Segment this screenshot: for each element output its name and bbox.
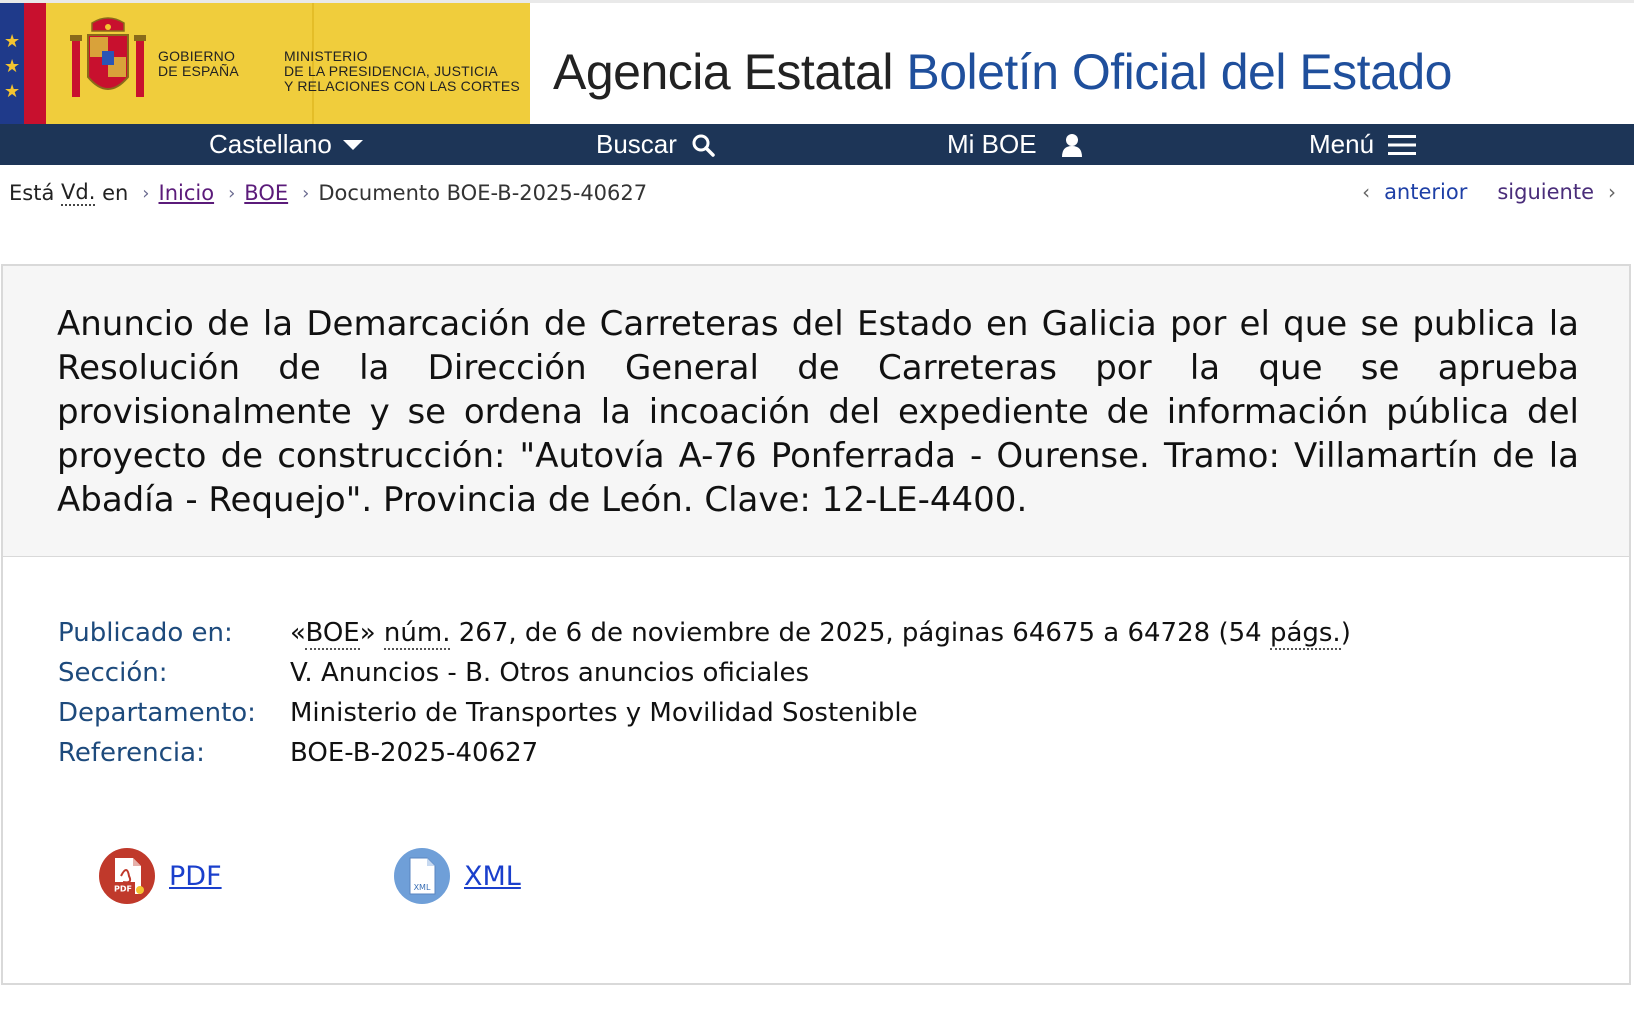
agency-title-part1: Agencia Estatal	[553, 44, 893, 100]
government-logo[interactable]: GOBIERNO DE ESPAÑA MINISTERIO DE LA PRES…	[46, 3, 530, 127]
published-label: Publicado en:	[58, 618, 233, 648]
breadcrumb-boe-link[interactable]: BOE	[244, 181, 288, 205]
department-value: Ministerio de Transportes y Movilidad So…	[290, 698, 918, 728]
breadcrumb-suffix: en	[102, 181, 129, 205]
published-row: Publicado en: «BOE» núm. 267, de 6 de no…	[58, 613, 1351, 653]
agency-title-part2: Boletín Oficial del Estado	[906, 44, 1452, 100]
reference-row: Referencia: BOE-B-2025-40627	[58, 733, 1351, 773]
star-icon: ★	[4, 31, 21, 52]
caret-down-icon	[342, 138, 364, 152]
chevron-left-icon: ‹	[1362, 180, 1371, 204]
menu-button[interactable]: Menú	[1309, 124, 1417, 165]
search-icon	[691, 133, 715, 157]
xml-icon: XML	[394, 848, 450, 904]
star-icon: ★	[4, 81, 21, 102]
document-pager: ‹ anterior siguiente ›	[1362, 180, 1616, 204]
svg-text:PDF: PDF	[114, 885, 132, 894]
ministry-line-3: Y RELACIONES CON LAS CORTES	[284, 78, 520, 94]
section-row: Sección: V. Anuncios - B. Otros anuncios…	[58, 653, 1351, 693]
section-label: Sección:	[58, 658, 168, 688]
chevron-right-icon: ›	[228, 182, 236, 204]
previous-link[interactable]: anterior	[1384, 180, 1467, 204]
search-button[interactable]: Buscar	[596, 124, 715, 165]
pdf-download[interactable]: PDF PDF	[99, 848, 222, 904]
metadata-list: Publicado en: «BOE» núm. 267, de 6 de no…	[58, 613, 1351, 773]
breadcrumb-home-link[interactable]: Inicio	[159, 181, 215, 205]
num-abbr: núm.	[383, 618, 451, 650]
document-details: Publicado en: «BOE» núm. 267, de 6 de no…	[1, 557, 1631, 985]
menu-label: Menú	[1309, 129, 1375, 159]
published-end: )	[1340, 618, 1351, 648]
hamburger-icon	[1388, 134, 1417, 156]
department-row: Departamento: Ministerio de Transportes …	[58, 693, 1351, 733]
xml-download[interactable]: XML XML	[394, 848, 521, 904]
breadcrumb-current: Documento BOE-B-2025-40627	[318, 181, 648, 205]
site-header: ★ ★ ★ GOBIERNO DE ESPAÑA MINISTERIO DE L…	[0, 0, 1634, 127]
published-details: 267, de 6 de noviembre de 2025, páginas …	[458, 618, 1262, 648]
breadcrumb: Está Vd. en › Inicio › BOE › Documento B…	[9, 180, 647, 206]
department-label: Departamento:	[58, 698, 256, 728]
star-icon: ★	[4, 56, 21, 77]
pdf-link[interactable]: PDF	[169, 861, 222, 892]
language-selector[interactable]: Castellano	[209, 124, 364, 165]
spain-flag-strip	[24, 3, 46, 127]
gov-line-1: GOBIERNO	[158, 48, 236, 64]
document-title-box: Anuncio de la Demarcación de Carreteras …	[1, 264, 1631, 558]
xml-link[interactable]: XML	[464, 861, 521, 892]
agency-title[interactable]: Agencia Estatal Boletín Oficial del Esta…	[553, 43, 1452, 101]
reference-label: Referencia:	[58, 738, 205, 768]
coat-of-arms-icon	[70, 17, 146, 97]
chevron-right-icon: ›	[302, 182, 310, 204]
quote-close: »	[359, 618, 376, 648]
reference-value: BOE-B-2025-40627	[290, 738, 539, 768]
gov-line-2: DE ESPAÑA	[158, 63, 239, 79]
pdf-icon: PDF	[99, 848, 155, 904]
document-title: Anuncio de la Demarcación de Carreteras …	[57, 304, 1579, 520]
svg-text:XML: XML	[414, 883, 431, 892]
my-boe-button[interactable]: Mi BOE	[947, 124, 1083, 165]
quote-open: «	[290, 618, 306, 648]
search-label: Buscar	[596, 129, 677, 159]
ministry-line-1: MINISTERIO	[284, 48, 368, 64]
pags-abbr: págs.	[1269, 618, 1341, 650]
breadcrumb-abbr: Vd.	[61, 180, 96, 206]
chevron-right-icon: ›	[1608, 180, 1616, 204]
breadcrumb-prefix: Está	[9, 181, 55, 205]
ministry-line-2: DE LA PRESIDENCIA, JUSTICIA	[284, 63, 498, 79]
chevron-right-icon: ›	[142, 182, 150, 204]
next-link[interactable]: siguiente	[1497, 180, 1594, 204]
main-nav: Castellano Buscar Mi BOE Menú	[0, 124, 1634, 165]
user-icon	[1061, 133, 1083, 157]
published-value: «BOE» núm. 267, de 6 de noviembre de 202…	[290, 618, 1351, 650]
section-value: V. Anuncios - B. Otros anuncios oficiale…	[290, 658, 810, 688]
eu-flag-strip: ★ ★ ★	[0, 3, 24, 127]
my-boe-label: Mi BOE	[947, 129, 1037, 159]
boe-abbr: BOE	[305, 618, 360, 650]
language-label: Castellano	[209, 129, 332, 159]
